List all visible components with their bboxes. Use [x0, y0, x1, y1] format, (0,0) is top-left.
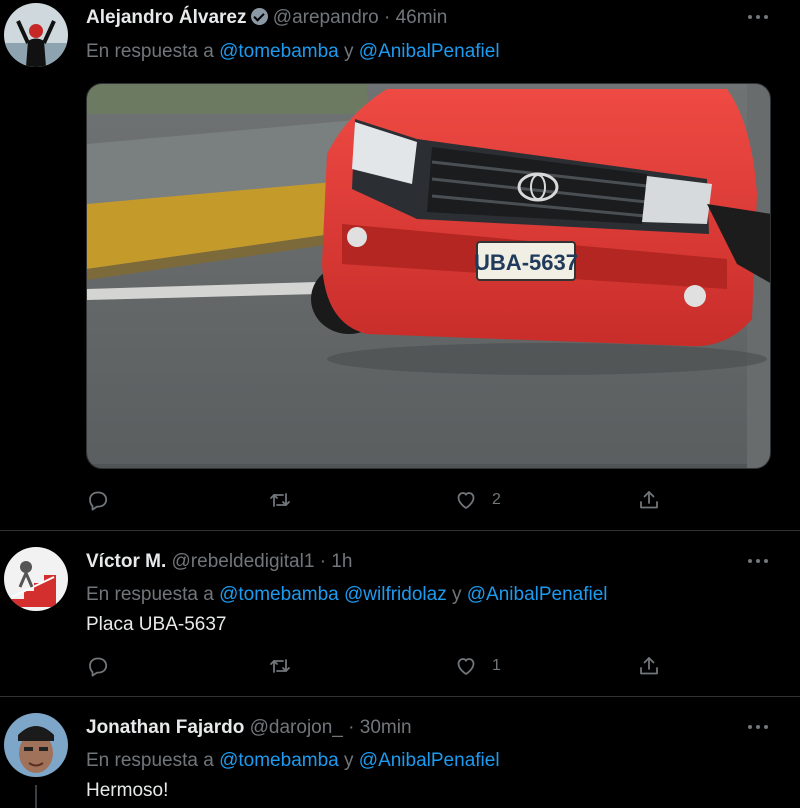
reply-icon	[89, 657, 108, 677]
share-icon	[640, 491, 658, 509]
handle[interactable]: @arepandro	[273, 7, 379, 28]
avatar[interactable]	[4, 713, 68, 777]
like-button[interactable]: 1	[454, 651, 501, 681]
timestamp[interactable]: 46min	[396, 7, 448, 28]
mention-link[interactable]: @wilfridolaz	[344, 584, 447, 605]
mention-link[interactable]: @tomebamba	[219, 41, 339, 62]
separator-dot: ·	[383, 7, 391, 28]
separator-dot: ·	[319, 551, 327, 572]
tweet-jonathan[interactable]: Jonathan Fajardo @darojon_ · 30min En re…	[0, 697, 800, 808]
tweet-victor[interactable]: Víctor M. @rebeldedigital1 · 1h En respu…	[0, 531, 800, 696]
share-icon	[640, 657, 658, 675]
reply-joiner: y	[344, 750, 354, 771]
reply-prefix: En respuesta a	[86, 584, 214, 605]
reply-button[interactable]	[86, 651, 124, 681]
handle[interactable]: @rebeldedigital1	[172, 551, 315, 572]
reply-joiner: y	[344, 41, 354, 62]
reply-prefix: En respuesta a	[86, 750, 214, 771]
tweet-actions: 2	[86, 485, 686, 515]
media-video[interactable]: UBA-5637	[86, 83, 771, 469]
reply-context: En respuesta a @tomebamba y @AnibalPenaf…	[86, 41, 500, 63]
like-count: 2	[492, 491, 501, 508]
handle[interactable]: @darojon_	[250, 717, 343, 738]
reply-button[interactable]	[86, 485, 124, 515]
mention-link[interactable]: @tomebamba	[219, 584, 339, 605]
separator-dot: ·	[348, 717, 355, 738]
reply-prefix: En respuesta a	[86, 41, 214, 62]
mention-link[interactable]: @tomebamba	[219, 750, 339, 771]
retweet-button[interactable]	[268, 651, 306, 681]
retweet-button[interactable]	[268, 485, 306, 515]
reply-context: En respuesta a @tomebamba y @AnibalPenaf…	[86, 750, 500, 772]
tweet-header: Jonathan Fajardo @darojon_ · 30min	[86, 717, 412, 739]
more-icon[interactable]	[748, 15, 770, 21]
tweet-header: Víctor M. @rebeldedigital1 · 1h	[86, 551, 352, 573]
display-name[interactable]: Alejandro Álvarez	[86, 7, 247, 28]
mention-link[interactable]: @AnibalPenafiel	[359, 750, 500, 771]
heart-icon	[457, 492, 475, 509]
timestamp[interactable]: 1h	[331, 551, 352, 572]
verified-badge-icon	[250, 8, 268, 25]
tweet-text: Placa UBA-5637	[86, 614, 227, 635]
thread-connector	[35, 785, 37, 808]
more-icon[interactable]	[748, 559, 770, 565]
display-name[interactable]: Jonathan Fajardo	[86, 717, 244, 738]
license-plate-text: UBA-5637	[474, 250, 578, 275]
share-button[interactable]	[637, 651, 675, 681]
share-button[interactable]	[637, 485, 675, 515]
like-count: 1	[492, 657, 501, 674]
reply-icon	[89, 491, 108, 511]
tweet-header: Alejandro Álvarez @arepandro · 46min	[86, 7, 447, 29]
retweet-icon	[270, 493, 290, 507]
more-icon[interactable]	[748, 725, 770, 731]
mention-link[interactable]: @AnibalPenafiel	[467, 584, 608, 605]
avatar[interactable]	[4, 547, 68, 611]
timestamp[interactable]: 30min	[360, 717, 412, 738]
tweet-text: Hermoso!	[86, 780, 169, 801]
display-name[interactable]: Víctor M.	[86, 551, 166, 572]
tweet-actions: 1	[86, 651, 686, 681]
like-button[interactable]: 2	[454, 485, 501, 515]
retweet-icon	[270, 659, 290, 673]
heart-icon	[457, 658, 475, 675]
mention-link[interactable]: @AnibalPenafiel	[359, 41, 500, 62]
reply-context: En respuesta a @tomebamba @wilfridolaz y…	[86, 584, 608, 606]
reply-joiner: y	[451, 584, 462, 605]
avatar[interactable]	[4, 3, 68, 67]
tweet-alejandro[interactable]: Alejandro Álvarez @arepandro · 46min En …	[0, 0, 800, 530]
